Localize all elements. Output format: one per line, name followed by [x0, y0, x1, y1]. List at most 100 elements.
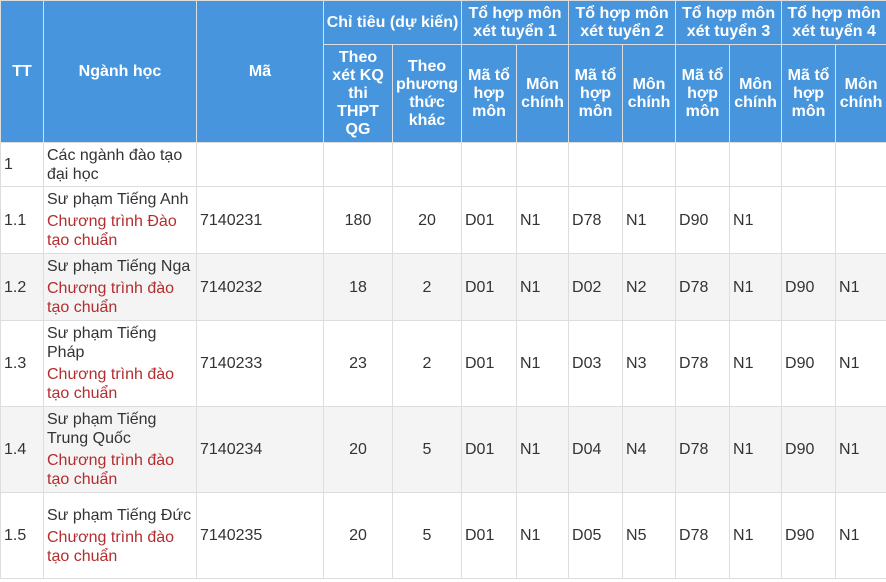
cell-combo-3-main: N1	[729, 253, 783, 321]
header-combo-1-code: Mã tổ hợp môn	[461, 44, 517, 143]
cell-combo-4-main: N1	[835, 492, 886, 579]
cell-combo-1-code: D01	[461, 406, 517, 493]
cell-major: Sư phạm Tiếng Nga Chương trình đào tạo ch…	[43, 253, 197, 321]
cell-combo-1-main	[515, 142, 570, 187]
cell-combo-4-code: D90	[781, 406, 837, 493]
cell-combo-1-code	[461, 142, 517, 187]
admissions-table: TT Ngành học Mã Chỉ tiêu (dự kiến) Tổ hợ…	[0, 0, 886, 579]
cell-combo-2-main: N4	[622, 406, 677, 493]
header-quota: Chỉ tiêu (dự kiến)	[323, 0, 462, 45]
cell-combo-4-code: D90	[781, 320, 837, 407]
cell-combo-2-main: N5	[622, 492, 677, 579]
table-row: 1.1 Sư phạm Tiếng Anh Chương trình Đào tạ…	[0, 186, 886, 254]
header-combo-4-code: Mã tổ hợp môn	[781, 44, 837, 143]
cell-combo-2-main	[622, 142, 677, 187]
cell-quota-other: 2	[392, 253, 462, 321]
cell-combo-3-code: D78	[675, 492, 731, 579]
cell-combo-3-main: N1	[729, 406, 783, 493]
cell-combo-2-code: D03	[568, 320, 624, 407]
cell-quota-other: 2	[392, 320, 462, 407]
major-name: Sư phạm Tiếng Nga	[47, 258, 191, 275]
header-combo-1: Tổ hợp môn xét tuyển 1	[460, 0, 570, 45]
cell-major: Sư phạm Tiếng Pháp Chương trình đào tạo c…	[43, 320, 197, 407]
cell-combo-1-main: N1	[515, 406, 570, 493]
major-name: Sư phạm Tiếng Trung Quốc	[47, 411, 157, 447]
cell-quota-exam: 20	[323, 492, 393, 579]
cell-combo-3-code	[675, 142, 731, 187]
major-name: Sư phạm Tiếng Đức	[47, 506, 192, 524]
cell-combo-3-code: D78	[675, 253, 731, 321]
cell-combo-3-main: N1	[729, 320, 783, 407]
cell-major: Sư phạm Tiếng Trung Quốc Chương trình đào…	[43, 406, 197, 493]
header-combo-2-main: Môn chính	[622, 44, 677, 143]
cell-code: 7140231	[196, 186, 324, 254]
cell-code: 7140235	[196, 492, 324, 579]
cell-combo-4-code: D90	[781, 492, 837, 579]
cell-code: 7140234	[196, 406, 324, 493]
cell-major: Các ngành đào tạo đại học	[43, 142, 197, 187]
cell-combo-2-code: D78	[568, 186, 624, 254]
cell-quota-exam	[323, 142, 393, 187]
cell-combo-1-main: N1	[515, 253, 570, 321]
cell-combo-4-code	[781, 142, 837, 187]
cell-quota-other: 5	[392, 406, 462, 493]
cell-combo-4-main: N1	[835, 406, 886, 493]
cell-code: 7140232	[196, 253, 324, 321]
cell-combo-4-main	[835, 142, 886, 187]
cell-major: Sư phạm Tiếng Anh Chương trình Đào tạo ch…	[43, 186, 197, 254]
cell-quota-exam: 180	[323, 186, 393, 254]
table-row: 1.3 Sư phạm Tiếng Pháp Chương trình đào t…	[0, 320, 886, 407]
header-quota-exam: Theo xét KQ thi THPT QG	[323, 44, 393, 143]
cell-tt: 1	[0, 142, 44, 187]
cell-combo-2-code: D05	[568, 492, 624, 579]
cell-combo-1-main: N1	[515, 492, 570, 579]
program-label: Chương trình đào tạo chuẩn	[47, 280, 175, 316]
cell-combo-4-main: N1	[835, 253, 886, 321]
cell-combo-1-code: D01	[461, 320, 517, 407]
cell-combo-1-code: D01	[461, 186, 517, 254]
cell-quota-exam: 23	[323, 320, 393, 407]
cell-tt: 1.5	[0, 492, 44, 579]
cell-code	[196, 142, 324, 187]
cell-combo-2-code	[568, 142, 624, 187]
cell-combo-3-main: N1	[729, 186, 783, 254]
cell-quota-other: 5	[392, 492, 462, 579]
header-combo-3: Tổ hợp môn xét tuyển 3	[675, 0, 783, 45]
table-row: 1.2 Sư phạm Tiếng Nga Chương trình đào tạ…	[0, 253, 886, 321]
major-name: Sư phạm Tiếng Anh	[47, 191, 189, 208]
cell-combo-2-main: N3	[622, 320, 677, 407]
header-major: Ngành học	[43, 0, 197, 143]
cell-quota-exam: 20	[323, 406, 393, 493]
header-row-top: TT Ngành học Mã Chỉ tiêu (dự kiến) Tổ hợ…	[0, 0, 886, 143]
cell-combo-4-main	[835, 186, 886, 254]
cell-combo-1-code: D01	[461, 492, 517, 579]
major-name: Sư phạm Tiếng Pháp	[47, 325, 157, 361]
header-combo-2-code: Mã tổ hợp môn	[568, 44, 624, 143]
header-quota-other: Theo phương thức khác	[392, 44, 462, 143]
cell-combo-3-code: D78	[675, 406, 731, 493]
cell-tt: 1.4	[0, 406, 44, 493]
table-row: 1 Các ngành đào tạo đại học	[0, 142, 886, 187]
header-combo-1-main: Môn chính	[515, 44, 570, 143]
cell-combo-2-code: D04	[568, 406, 624, 493]
cell-tt: 1.2	[0, 253, 44, 321]
header-code: Mã	[196, 0, 324, 143]
cell-combo-2-code: D02	[568, 253, 624, 321]
header-combo-3-main: Môn chính	[729, 44, 783, 143]
cell-combo-4-code	[781, 186, 837, 254]
cell-combo-3-main	[729, 142, 783, 187]
cell-combo-4-main: N1	[835, 320, 886, 407]
cell-tt: 1.3	[0, 320, 44, 407]
program-label: Chương trình đào tạo chuẩn	[47, 452, 175, 488]
cell-combo-1-main: N1	[515, 186, 570, 254]
program-label: Chương trình đào tạo chuẩn	[47, 366, 175, 402]
cell-quota-other	[392, 142, 462, 187]
cell-combo-2-main: N1	[622, 186, 677, 254]
cell-major: Sư phạm Tiếng Đức Chương trình đào tạo ch…	[43, 492, 197, 579]
header-combo-4-main: Môn chính	[835, 44, 886, 143]
header-combo-3-code: Mã tổ hợp môn	[675, 44, 731, 143]
cell-code: 7140233	[196, 320, 324, 407]
cell-combo-3-main: N1	[729, 492, 783, 579]
cell-combo-1-main: N1	[515, 320, 570, 407]
table-row: 1.5 Sư phạm Tiếng Đức Chương trình đào tạ…	[0, 492, 886, 579]
